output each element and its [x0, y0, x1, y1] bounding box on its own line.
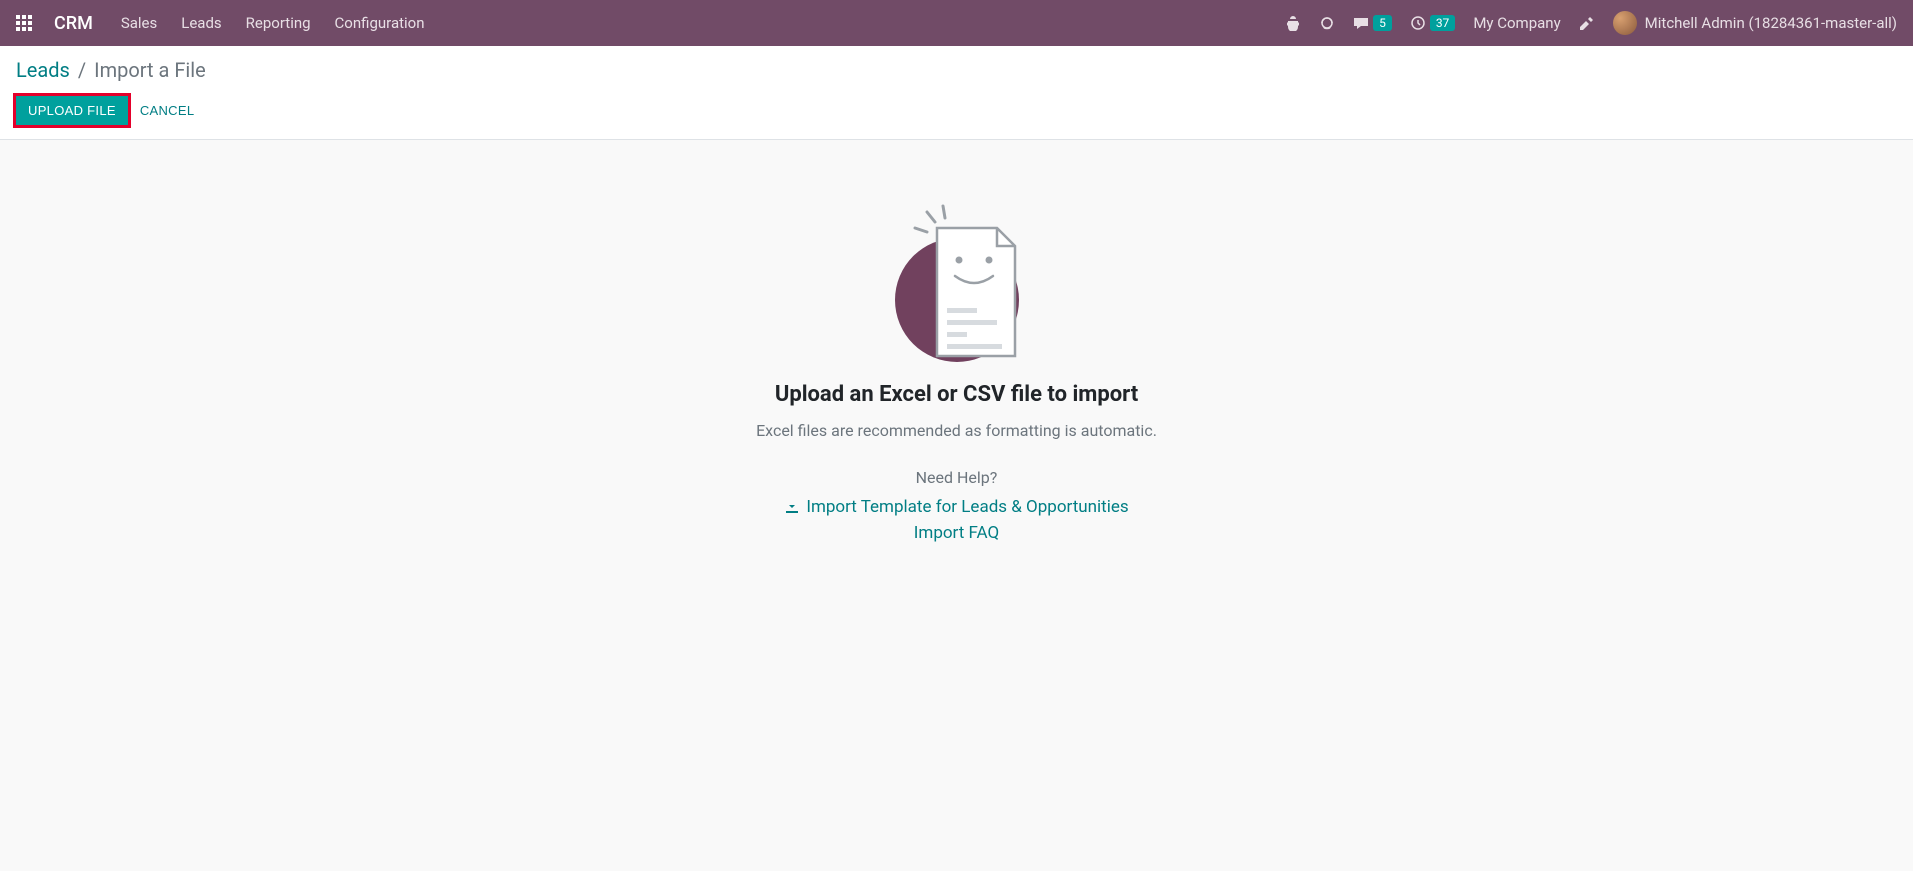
- breadcrumb: Leads / Import a File: [16, 58, 1897, 82]
- content-area: Upload an Excel or CSV file to import Ex…: [0, 140, 1913, 609]
- support-icon[interactable]: [1319, 15, 1335, 31]
- help-label: Need Help?: [916, 468, 998, 487]
- tools-icon[interactable]: [1579, 15, 1595, 31]
- top-nav: CRM Sales Leads Reporting Configuration …: [0, 0, 1913, 46]
- cancel-button[interactable]: Cancel: [140, 103, 195, 118]
- breadcrumb-parent[interactable]: Leads: [16, 58, 70, 82]
- messages-badge: 5: [1373, 15, 1392, 31]
- import-faq-link[interactable]: Import FAQ: [914, 523, 999, 543]
- user-menu[interactable]: Mitchell Admin (18284361-master-all): [1613, 11, 1897, 35]
- control-panel: Leads / Import a File Upload File Cancel: [0, 46, 1913, 140]
- user-name: Mitchell Admin (18284361-master-all): [1645, 14, 1897, 32]
- nav-reporting[interactable]: Reporting: [246, 14, 311, 32]
- download-icon: [784, 499, 800, 515]
- nav-left: CRM Sales Leads Reporting Configuration: [16, 13, 425, 34]
- activities-badge: 37: [1430, 15, 1456, 31]
- breadcrumb-separator: /: [78, 58, 86, 82]
- company-switcher[interactable]: My Company: [1473, 14, 1560, 32]
- activities-icon[interactable]: 37: [1410, 15, 1456, 31]
- apps-icon[interactable]: [16, 15, 32, 31]
- brand[interactable]: CRM: [54, 13, 93, 34]
- nav-menu: Sales Leads Reporting Configuration: [121, 14, 425, 32]
- avatar: [1613, 11, 1637, 35]
- action-row: Upload File Cancel: [16, 96, 1897, 125]
- file-illustration: [877, 200, 1037, 370]
- messages-icon[interactable]: 5: [1353, 15, 1392, 31]
- nav-right: 5 37 My Company Mitchell Admin (18284361…: [1285, 11, 1897, 35]
- nav-leads[interactable]: Leads: [181, 14, 221, 32]
- upload-file-button[interactable]: Upload File: [16, 96, 128, 125]
- breadcrumb-current: Import a File: [94, 58, 206, 82]
- import-template-link[interactable]: Import Template for Leads & Opportunitie…: [784, 497, 1128, 517]
- import-template-link-text: Import Template for Leads & Opportunitie…: [806, 497, 1128, 517]
- nav-sales[interactable]: Sales: [121, 14, 157, 32]
- content-heading: Upload an Excel or CSV file to import: [775, 382, 1138, 407]
- debug-icon[interactable]: [1285, 15, 1301, 31]
- content-subtext: Excel files are recommended as formattin…: [756, 421, 1157, 440]
- nav-configuration[interactable]: Configuration: [335, 14, 425, 32]
